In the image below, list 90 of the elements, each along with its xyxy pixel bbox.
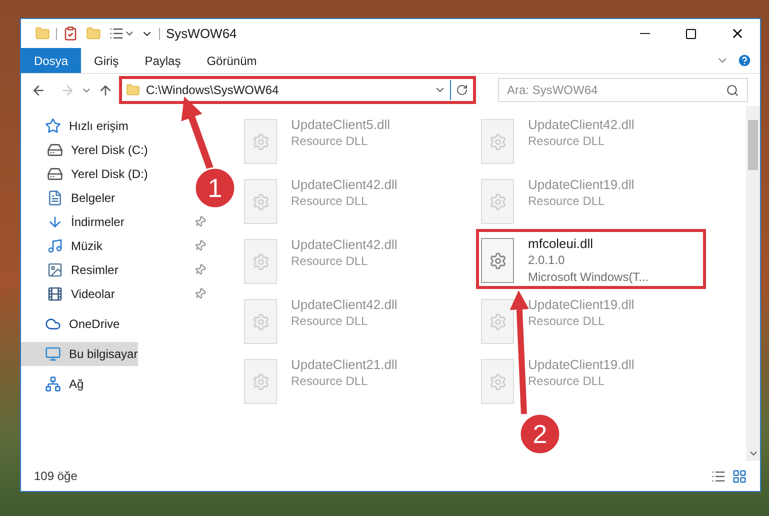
nav-label: Hızlı erişim [69, 118, 128, 135]
dll-file-icon [481, 238, 514, 283]
dll-file-icon [244, 179, 277, 224]
drive-icon [47, 142, 63, 158]
nav-item[interactable]: Videolar [21, 282, 119, 306]
file-detail: Resource DLL [291, 193, 369, 210]
file-detail: Resource DLL [291, 133, 369, 150]
scrollbar-thumb[interactable] [748, 120, 758, 170]
file-name: UpdateClient21.dll [291, 356, 398, 373]
drive-icon [47, 166, 63, 182]
item-count: 109 öğe [34, 468, 78, 485]
nav-item[interactable]: Bu bilgisayar [21, 342, 138, 366]
network-icon [45, 376, 61, 392]
dll-file-icon [481, 119, 514, 164]
ribbon-tab[interactable]: Görünüm [194, 48, 270, 73]
dll-file-icon [481, 359, 514, 404]
file-name: UpdateClient42.dll [291, 176, 398, 193]
address-path: C:\Windows\SysWOW64 [146, 82, 279, 99]
nav-item[interactable]: Hızlı erişim [21, 114, 132, 138]
step-number-badge: 2 [519, 413, 561, 455]
minimize-icon [640, 33, 650, 34]
file-name: mfcoleui.dll [528, 235, 594, 252]
refresh-icon[interactable] [456, 84, 468, 96]
dll-file-icon [481, 179, 514, 224]
nav-item[interactable]: Ağ [21, 372, 88, 396]
cloud-icon [45, 316, 61, 332]
picture-icon [47, 262, 63, 278]
dll-file-icon [244, 359, 277, 404]
music-note-icon [47, 238, 63, 254]
nav-item[interactable]: Belgeler [21, 186, 120, 210]
search-input[interactable]: Ara: SysWOW64 [507, 81, 726, 99]
file-item[interactable]: mfcoleui.dll 2.0.1.0 Microsoft Windows(T... [481, 234, 703, 288]
nav-label: Belgeler [71, 190, 116, 207]
nav-label: OneDrive [69, 316, 120, 333]
ribbon-tab[interactable]: Paylaş [132, 48, 194, 73]
file-name: UpdateClient42.dll [528, 116, 634, 133]
dll-file-icon [481, 299, 514, 344]
folder-icon [126, 83, 140, 97]
address-bar[interactable]: C:\Windows\SysWOW64 [122, 79, 473, 101]
nav-label: Müzik [71, 238, 102, 255]
nav-label: Bu bilgisayar [69, 346, 138, 363]
nav-label: Ağ [69, 376, 84, 393]
file-detail: Resource DLL [291, 313, 369, 330]
nav-item[interactable]: İndirmeler [21, 210, 128, 234]
file-name: UpdateClient42.dll [291, 296, 398, 313]
step-number-badge: 1 [194, 167, 236, 209]
download-icon [47, 214, 63, 230]
nav-item[interactable]: Resimler [21, 258, 122, 282]
window-title: SysWOW64 [166, 24, 237, 43]
back-icon[interactable] [31, 82, 46, 98]
file-detail: Resource DLL [291, 373, 369, 390]
search-field[interactable]: Ara: SysWOW64 [498, 78, 748, 102]
nav-label: Resimler [71, 262, 118, 279]
ribbon-tab[interactable]: Giriş [81, 48, 132, 73]
nav-label: Yerel Disk (D:) [71, 166, 148, 183]
document-icon [47, 190, 63, 206]
file-name: UpdateClient19.dll [528, 356, 634, 373]
ribbon-tab[interactable]: Dosya [21, 48, 82, 73]
help-icon[interactable] [737, 53, 752, 68]
nav-label: İndirmeler [71, 214, 124, 231]
nav-item[interactable]: OneDrive [21, 312, 124, 336]
dll-file-icon [244, 239, 277, 284]
dll-file-icon [244, 119, 277, 164]
nav-label: Yerel Disk (C:) [71, 142, 148, 159]
list-icon[interactable] [109, 26, 124, 41]
file-name: UpdateClient19.dll [528, 176, 634, 193]
file-detail: Resource DLL [528, 373, 606, 390]
file-detail: 2.0.1.0 [528, 252, 566, 269]
file-detail: Resource DLL [528, 133, 606, 150]
file-name: UpdateClient19.dll [528, 296, 634, 313]
nav-item[interactable]: Yerel Disk (C:) [21, 138, 152, 162]
file-name: UpdateClient5.dll [291, 116, 390, 133]
large-icons-view-icon[interactable] [732, 468, 747, 484]
properties-icon[interactable] [63, 26, 78, 41]
nav-item[interactable]: Müzik [21, 234, 106, 258]
nav-item[interactable]: Yerel Disk (D:) [21, 162, 152, 186]
file-detail: Microsoft Windows(T... [528, 269, 649, 286]
file-detail: Resource DLL [291, 253, 369, 270]
dll-file-icon [244, 299, 277, 344]
monitor-icon [45, 346, 61, 362]
maximize-icon [685, 28, 697, 40]
search-icon[interactable] [726, 84, 739, 96]
details-view-icon[interactable] [711, 468, 726, 484]
file-name: UpdateClient42.dll [291, 236, 398, 253]
file-detail: Resource DLL [528, 193, 606, 210]
up-icon[interactable] [98, 82, 113, 98]
star-icon [45, 118, 61, 134]
nav-label: Videolar [71, 286, 115, 303]
film-icon [47, 286, 63, 302]
file-detail: Resource DLL [528, 313, 606, 330]
